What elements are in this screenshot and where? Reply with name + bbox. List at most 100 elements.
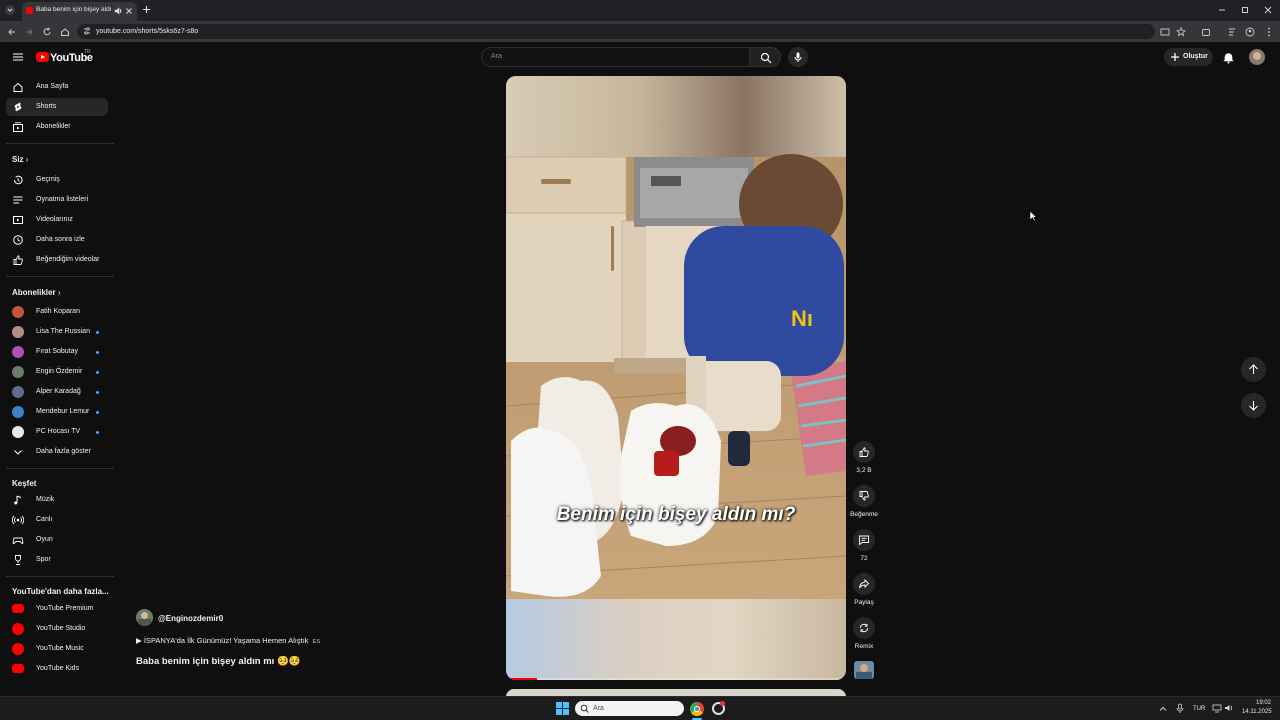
previous-short-button[interactable] [1241, 357, 1266, 382]
sidebar-item-subscription[interactable]: Lisa The Russian [6, 323, 108, 341]
profile-icon[interactable] [1244, 26, 1256, 38]
share-label: Paylaş [854, 599, 874, 606]
sidebar-item-youtube-premium[interactable]: YouTube Premium [6, 600, 108, 618]
sidebar-item-subscription[interactable]: Engin Özdemir [6, 363, 108, 381]
sidebar-item-subscription[interactable]: Mendebur Lemur [6, 403, 108, 421]
close-tab-icon[interactable] [125, 7, 133, 15]
video-frame: Nı [506, 76, 846, 680]
clock-date[interactable]: 14.11.2025 [1242, 709, 1272, 715]
playlists-icon [13, 196, 23, 204]
dislike-button[interactable] [853, 485, 875, 507]
active-tab[interactable]: Baba benim için bişey aldı [22, 2, 137, 21]
share-button[interactable] [853, 573, 875, 595]
volume-icon[interactable] [1224, 703, 1234, 713]
sidebar-item-subscription[interactable]: Alper Karadağ [6, 383, 108, 401]
new-tab-icon[interactable] [142, 5, 151, 14]
comments-button[interactable] [853, 529, 875, 551]
remix-button[interactable] [853, 617, 875, 639]
channel-name[interactable]: @Enginozdemir0 [158, 614, 223, 623]
youtube-favicon-icon [26, 7, 33, 14]
search-icon [580, 704, 589, 713]
site-info-icon[interactable] [82, 26, 92, 36]
new-content-dot [96, 331, 99, 334]
clock-time[interactable]: 19:02 [1256, 700, 1271, 706]
sidebar-item-label: PC Hocası TV [36, 428, 81, 435]
sidebar-item-subscriptions[interactable]: Abonelikler [6, 118, 108, 136]
sidebar-item-youtube-music[interactable]: YouTube Music [6, 640, 108, 658]
new-content-dot [96, 431, 99, 434]
sidebar-item-show-more[interactable]: Daha fazla göster [6, 443, 108, 461]
network-icon[interactable] [1212, 703, 1222, 713]
sidebar-item-your-videos[interactable]: Videolarınız [6, 211, 108, 229]
your-videos-icon [13, 216, 23, 224]
masthead: YouTube TR Ara Oluştur [0, 42, 1280, 74]
sidebar-item-subscription[interactable]: PC Hocası TV [6, 423, 108, 441]
tab-search-button[interactable] [5, 5, 15, 15]
like-button[interactable] [853, 441, 875, 463]
sidebar-item-label: Spor [36, 556, 51, 563]
share-icon [859, 578, 870, 589]
sidebar-item-label: Lisa The Russian [36, 328, 90, 335]
dislike-icon [859, 491, 869, 501]
search-input[interactable]: Ara [481, 47, 749, 67]
browser-menu-icon[interactable] [1263, 26, 1275, 38]
close-window-icon[interactable] [1263, 5, 1273, 15]
sound-thumbnail[interactable] [854, 661, 874, 679]
sidebar-item-youtube-studio[interactable]: YouTube Studio [6, 620, 108, 638]
sidebar-item-sports[interactable]: Spor [6, 551, 108, 569]
audio-playing-icon[interactable] [114, 7, 122, 15]
divider [6, 276, 114, 277]
reload-icon[interactable] [41, 26, 53, 38]
sidebar-item-shorts[interactable]: Shorts [6, 98, 108, 116]
search-icon [760, 52, 772, 64]
media-control-icon[interactable] [1227, 26, 1239, 38]
voice-search-button[interactable] [788, 47, 808, 67]
sidebar-item-label: Engin Özdemir [36, 368, 83, 375]
sidebar-item-label: Daha sonra izle [36, 236, 85, 243]
install-app-icon[interactable] [1159, 26, 1171, 38]
divider [6, 576, 114, 577]
sidebar-item-watch-later[interactable]: Daha sonra izle [6, 231, 108, 249]
notifications-bell-icon[interactable] [1222, 51, 1235, 64]
microphone-tray-icon[interactable] [1176, 703, 1184, 714]
sidebar-item-history[interactable]: Geçmiş [6, 171, 108, 189]
chevron-up-icon[interactable] [1159, 705, 1167, 713]
create-button[interactable]: Oluştur [1164, 48, 1213, 66]
shorts-video-player[interactable]: Nı Benim için bişey aldın mı? [506, 76, 846, 680]
taskbar-search[interactable]: Ara [575, 701, 684, 716]
extensions-icon[interactable] [1200, 26, 1212, 38]
chrome-taskbar-icon[interactable] [690, 702, 704, 716]
back-icon[interactable] [6, 26, 18, 38]
short-title: Baba benim için bişey aldın mı 🥺🥺 [136, 656, 301, 667]
windows-start-icon[interactable] [556, 702, 569, 715]
section-title-you[interactable]: Siz › [12, 155, 28, 164]
sidebar-item-gaming[interactable]: Oyun [6, 531, 108, 549]
minimize-icon[interactable] [1217, 5, 1227, 15]
sidebar-item-home[interactable]: Ana Sayfa [6, 78, 108, 96]
channel-avatar[interactable] [136, 609, 153, 626]
app-taskbar-icon[interactable] [712, 701, 725, 715]
address-bar[interactable]: youtube.com/shorts/5sks6z7-s8o [77, 24, 1155, 39]
sidebar-item-subscription[interactable]: Fırat Sobutay [6, 343, 108, 361]
hamburger-menu-icon[interactable] [12, 52, 24, 62]
sidebar-item-youtube-kids[interactable]: YouTube Kids [6, 660, 108, 678]
next-short-button[interactable] [1241, 393, 1266, 418]
sidebar-item-music[interactable]: Müzik [6, 491, 108, 509]
youtube-logo-icon[interactable] [36, 52, 49, 62]
video-progress-bar[interactable] [506, 678, 846, 680]
search-button[interactable] [749, 47, 781, 67]
sidebar-item-label: Shorts [36, 103, 57, 110]
home-browser-icon[interactable] [59, 26, 71, 38]
sidebar-item-subscription[interactable]: Fatih Koparan [6, 303, 108, 321]
account-avatar[interactable] [1249, 49, 1265, 65]
sidebar-item-liked-videos[interactable]: Beğendiğim videolar [6, 251, 108, 269]
section-title-subscriptions[interactable]: Abonelikler › [12, 288, 60, 297]
music-link[interactable]: ▶ İSPANYA'da İlk Günümüz! Yaşama Hemen A… [136, 636, 320, 645]
sidebar-item-playlists[interactable]: Oynatma listeleri [6, 191, 108, 209]
restore-icon[interactable] [1240, 5, 1250, 15]
input-language[interactable]: TUR [1193, 706, 1205, 712]
sidebar-item-live[interactable]: Canlı [6, 511, 108, 529]
microphone-icon [794, 52, 802, 62]
bookmark-star-icon[interactable] [1175, 26, 1187, 38]
forward-icon[interactable] [23, 26, 35, 38]
